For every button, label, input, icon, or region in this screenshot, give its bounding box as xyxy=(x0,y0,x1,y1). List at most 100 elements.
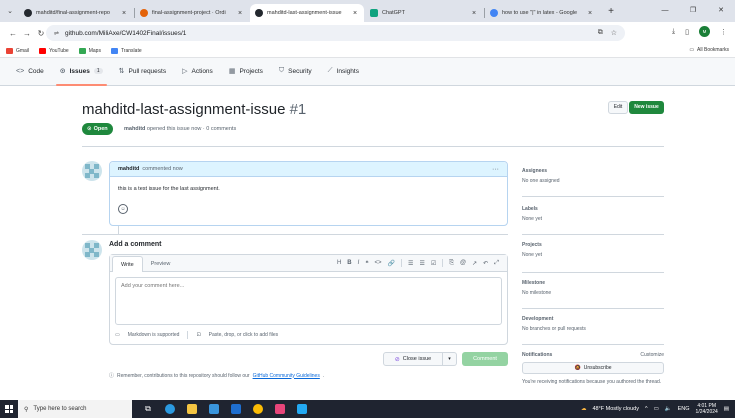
sidebar-assignees[interactable]: Assignees No one assigned xyxy=(522,168,664,197)
network-icon[interactable]: ▭ xyxy=(654,406,659,412)
tab-close-icon[interactable]: × xyxy=(120,10,128,17)
notifications-header: Notifications Customize xyxy=(522,352,664,358)
comment-author-link[interactable]: mahditd xyxy=(118,166,139,172)
browser-tab-3[interactable]: ChatGPT × xyxy=(365,4,483,22)
bookmark-star-icon[interactable]: ☆ xyxy=(611,29,617,37)
tray-chevron-icon[interactable]: ^ xyxy=(645,406,648,412)
download-icon[interactable]: ⤓ xyxy=(672,28,675,36)
edit-title-button[interactable]: Edit xyxy=(608,101,628,114)
write-tab[interactable]: Write xyxy=(112,256,143,272)
new-issue-button[interactable]: New issue xyxy=(629,101,664,114)
tab-actions[interactable]: ▷ Actions xyxy=(174,57,221,85)
tab-close-icon[interactable]: × xyxy=(351,10,359,17)
attach-files-link[interactable]: Paste, drop, or click to add files xyxy=(209,332,278,338)
language-indicator[interactable]: ENG xyxy=(678,406,690,412)
tab-close-icon[interactable]: × xyxy=(470,10,478,17)
start-button[interactable] xyxy=(0,400,18,418)
chrome-menu-icon[interactable]: ⋮ xyxy=(720,28,727,36)
maximize-icon[interactable]: ❐ xyxy=(679,0,707,22)
browser-tab-0[interactable]: mahditd/final-assignment-repo × xyxy=(19,4,133,22)
weather-text[interactable]: 48°F Mostly cloudy xyxy=(592,406,639,412)
attach-file-icon[interactable]: ⎘ xyxy=(449,260,454,267)
tab-issues[interactable]: ⊙ Issues 1 xyxy=(52,57,111,86)
chrome-icon[interactable] xyxy=(248,400,268,418)
sidebar-divider xyxy=(522,344,664,345)
comment-input[interactable] xyxy=(115,277,502,325)
site-info-icon[interactable]: ⇌ xyxy=(54,30,59,37)
bookmark-gmail[interactable]: Gmail xyxy=(6,47,29,54)
all-bookmarks[interactable]: ▭ All Bookmarks xyxy=(689,47,729,53)
reply-icon[interactable]: ↶ xyxy=(483,260,488,267)
tab-projects[interactable]: ▦ Projects xyxy=(221,57,271,85)
comment-timestamp[interactable]: commented now xyxy=(142,166,182,172)
volume-icon[interactable]: 🔈 xyxy=(665,406,672,412)
task-view-icon[interactable]: ⧉ xyxy=(138,400,158,418)
browser-tab-2-active[interactable]: mahditd-last-assignment-issue × xyxy=(250,4,364,22)
tab-insights[interactable]: ⟋ Insights xyxy=(320,57,367,85)
app-icon[interactable] xyxy=(270,400,290,418)
back-arrow-icon[interactable]: ← xyxy=(6,29,20,38)
issue-closed-icon: ⊘ xyxy=(394,356,400,363)
mail-icon[interactable] xyxy=(226,400,246,418)
community-guidelines-link[interactable]: GitHub Community Guidelines xyxy=(253,373,320,379)
numbered-list-icon[interactable]: ☰ xyxy=(408,260,413,267)
quote-icon[interactable]: ❝ xyxy=(365,260,368,267)
task-list-icon[interactable]: ☑ xyxy=(431,260,436,267)
new-tab-icon[interactable]: + xyxy=(604,5,618,19)
preview-tab[interactable]: Preview xyxy=(143,256,179,271)
close-options-dropdown[interactable]: ▾ xyxy=(443,352,457,366)
minimize-icon[interactable]: — xyxy=(651,0,679,22)
bold-icon[interactable]: B xyxy=(347,260,351,266)
store-icon[interactable] xyxy=(204,400,224,418)
mention-icon[interactable]: @ xyxy=(460,260,466,266)
bookmark-youtube[interactable]: YouTube xyxy=(39,47,69,54)
taskbar-search[interactable]: ⚲ Type here to search xyxy=(18,400,132,418)
tab-pull-requests[interactable]: ⇅ Pull requests xyxy=(111,57,174,85)
profile-avatar[interactable]: M xyxy=(699,26,710,37)
avatar[interactable] xyxy=(82,240,102,260)
url-input[interactable]: ⇌ github.com/MiliAxe/CW1402Final/issues/… xyxy=(46,25,625,41)
translate-icon[interactable]: ⧉ xyxy=(598,29,603,37)
sidebar-labels[interactable]: Labels None yet xyxy=(522,206,664,235)
tab-close-icon[interactable]: × xyxy=(236,10,244,17)
notification-center-icon[interactable]: ▤ xyxy=(724,406,729,412)
sidebar-milestone[interactable]: Milestone No milestone xyxy=(522,280,664,309)
vscode-icon[interactable] xyxy=(292,400,312,418)
side-panel-icon[interactable]: ▯ xyxy=(685,28,689,36)
bookmark-translate[interactable]: Translate xyxy=(110,47,142,54)
bookmark-maps[interactable]: Maps xyxy=(78,47,101,54)
comment-button[interactable]: Comment xyxy=(462,352,508,366)
heading-icon[interactable]: H xyxy=(337,260,341,266)
clock[interactable]: 4:01 PM 1/24/2024 xyxy=(696,403,718,415)
kebab-menu-icon[interactable]: ··· xyxy=(492,166,499,173)
italic-icon[interactable]: I xyxy=(358,260,360,266)
issue-author-link[interactable]: mahditd xyxy=(124,126,145,132)
tab-title: how to use "|" in latex - Google xyxy=(502,10,578,16)
system-tray: ☁ 48°F Mostly cloudy ^ ▭ 🔈 ENG 4:01 PM 1/… xyxy=(581,403,735,415)
link-icon[interactable]: 🔗 xyxy=(388,260,395,267)
cross-reference-icon[interactable]: ↗ xyxy=(472,260,477,267)
forward-arrow-icon[interactable]: → xyxy=(20,29,34,38)
tab-close-icon[interactable]: × xyxy=(586,10,594,17)
browser-tab-1[interactable]: final-assignment-project · Ordi × xyxy=(135,4,249,22)
browser-tab-4[interactable]: how to use "|" in latex - Google × xyxy=(485,4,599,22)
avatar[interactable] xyxy=(82,161,102,181)
tab-code[interactable]: <> Code xyxy=(8,57,52,85)
close-window-icon[interactable]: ✕ xyxy=(707,0,735,22)
info-icon: ⓘ xyxy=(109,373,115,379)
customize-link[interactable]: Customize xyxy=(640,352,664,358)
close-issue-button[interactable]: ⊘ Close issue xyxy=(383,352,443,366)
sidebar-development[interactable]: Development No branches or pull requests xyxy=(522,316,664,345)
sidebar-projects[interactable]: Projects None yet xyxy=(522,242,664,273)
issue-title-text: mahditd-last-assignment-issue xyxy=(82,101,286,118)
file-explorer-icon[interactable] xyxy=(182,400,202,418)
add-reaction-smiley-icon[interactable]: ☺ xyxy=(118,204,128,214)
tab-security[interactable]: ⛉ Security xyxy=(271,57,320,85)
fullscreen-icon[interactable]: ⤢ xyxy=(494,260,499,267)
code-icon[interactable]: <> xyxy=(375,260,382,266)
markdown-supported-link[interactable]: Markdown is supported xyxy=(128,332,180,338)
edge-icon[interactable] xyxy=(160,400,180,418)
bulleted-list-icon[interactable]: ☰ xyxy=(419,260,424,267)
tab-search-chevron-icon[interactable]: ⌄ xyxy=(4,4,16,18)
unsubscribe-button[interactable]: 🔕 Unsubscribe xyxy=(522,362,664,374)
